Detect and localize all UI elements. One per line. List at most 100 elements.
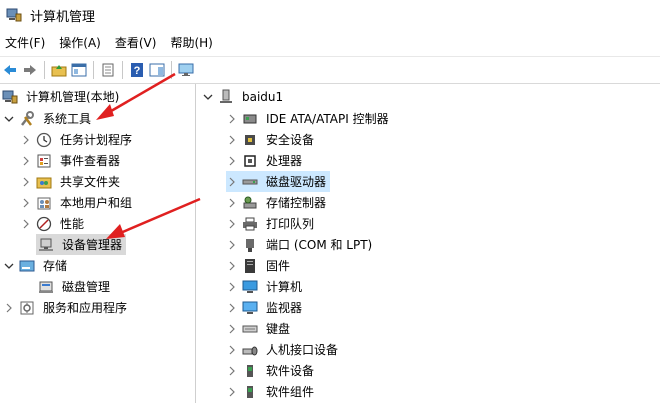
chevron-right-icon[interactable] (226, 365, 238, 377)
monitor-button[interactable] (176, 60, 196, 80)
show-hide-tree-button[interactable] (69, 60, 89, 80)
chevron-right-icon[interactable] (3, 302, 15, 314)
chevron-right-icon[interactable] (226, 302, 238, 314)
tree-item-system-tools[interactable]: 系统工具 (3, 108, 93, 129)
computer-management-icon (2, 90, 18, 103)
tree-item-performance[interactable]: 性能 (20, 213, 86, 234)
tree-label: 事件查看器 (60, 153, 121, 168)
up-folder-button[interactable] (49, 60, 69, 80)
tree-item-event-viewer[interactable]: 事件查看器 (20, 150, 122, 171)
ide-controller-icon (243, 114, 257, 123)
device-category[interactable]: 存储控制器 (226, 192, 328, 213)
device-category[interactable]: 软件设备 (226, 360, 316, 381)
shared-folder-icon (36, 177, 52, 188)
services-icon (20, 301, 34, 314)
computer-name: baidu1 (242, 89, 284, 104)
tree-item-shared-folders[interactable]: 共享文件夹 (20, 171, 122, 192)
tools-icon (21, 110, 34, 126)
device-category[interactable]: 固件 (226, 255, 292, 276)
computer-icon (220, 89, 232, 103)
tree-item-root[interactable]: 计算机管理(本地) (2, 86, 121, 107)
hid-icon (242, 346, 258, 355)
menu-file[interactable]: 文件(F) (0, 32, 53, 54)
window-title: 计算机管理 (30, 9, 96, 25)
device-category[interactable]: 键盘 (226, 318, 292, 339)
tree-item-services-apps[interactable]: 服务和应用程序 (3, 297, 129, 318)
properties-button[interactable] (98, 60, 118, 80)
device-category-selected[interactable]: 磁盘驱动器 (226, 171, 331, 192)
chevron-right-icon[interactable] (226, 113, 238, 125)
disk-management-icon (39, 281, 53, 293)
tree-item-local-users[interactable]: 本地用户和组 (20, 192, 134, 213)
tree-item-storage[interactable]: 存储 (3, 255, 69, 276)
chevron-right-icon[interactable] (20, 176, 32, 188)
back-button[interactable] (0, 60, 20, 80)
chevron-right-icon[interactable] (226, 155, 238, 167)
device-category-label: 打印队列 (266, 216, 315, 231)
help-button[interactable]: ? (127, 60, 147, 80)
chevron-right-icon[interactable] (226, 323, 238, 335)
chevron-right-icon[interactable] (20, 218, 32, 230)
device-category-label: 处理器 (266, 153, 303, 168)
back-arrow-icon (4, 65, 16, 75)
device-category-label: 软件组件 (266, 384, 315, 399)
menu-action[interactable]: 操作(A) (53, 32, 109, 54)
title-bar: 计算机管理 (0, 0, 660, 30)
chevron-right-icon[interactable] (226, 176, 238, 188)
device-category-label: 监视器 (266, 300, 303, 315)
device-root[interactable]: baidu1 (202, 86, 285, 107)
forward-button[interactable] (20, 60, 40, 80)
device-category[interactable]: 端口 (COM 和 LPT) (226, 234, 374, 255)
chevron-right-icon[interactable] (226, 281, 238, 293)
tree-item-task-scheduler[interactable]: 任务计划程序 (20, 129, 134, 150)
menu-view[interactable]: 查看(V) (109, 32, 165, 54)
chevron-right-icon[interactable] (20, 134, 32, 146)
device-manager-icon (39, 238, 53, 251)
tree-item-disk-management[interactable]: 磁盘管理 (36, 276, 112, 297)
chevron-right-icon[interactable] (226, 239, 238, 251)
port-icon (246, 238, 254, 252)
tree-label: 存储 (43, 258, 68, 273)
device-category[interactable]: 处理器 (226, 150, 304, 171)
menu-help[interactable]: 帮助(H) (164, 32, 220, 54)
tree-item-device-manager[interactable]: 设备管理器 (36, 234, 127, 255)
device-category[interactable]: IDE ATA/ATAPI 控制器 (226, 108, 391, 129)
device-category-label: 安全设备 (266, 132, 315, 147)
users-icon (37, 197, 51, 209)
toolbar-separator (122, 61, 123, 79)
computer-monitor-icon (242, 280, 258, 293)
chevron-right-icon[interactable] (226, 197, 238, 209)
chevron-right-icon[interactable] (226, 344, 238, 356)
device-category[interactable]: 人机接口设备 (226, 339, 340, 360)
tree-label: 性能 (60, 216, 85, 231)
forward-arrow-icon (24, 65, 36, 75)
software-device-icon (247, 364, 253, 377)
device-category-label: 固件 (266, 258, 291, 273)
device-category[interactable]: 打印队列 (226, 213, 316, 234)
action-pane-icon (149, 63, 165, 77)
device-category[interactable]: 监视器 (226, 297, 304, 318)
disk-drive-icon (242, 179, 258, 184)
chevron-right-icon[interactable] (226, 218, 238, 230)
chevron-right-icon[interactable] (226, 386, 238, 398)
device-category[interactable]: 软件组件 (226, 381, 316, 402)
menu-bar: 文件(F) 操作(A) 查看(V) 帮助(H) (0, 32, 660, 54)
chevron-down-icon[interactable] (3, 260, 15, 272)
action-pane-button[interactable] (147, 60, 167, 80)
tree-label: 计算机管理(本地) (26, 89, 120, 104)
chevron-right-icon[interactable] (20, 155, 32, 167)
processor-icon (244, 154, 256, 167)
chevron-right-icon[interactable] (226, 260, 238, 272)
show-hide-tree-icon (71, 63, 87, 77)
chevron-right-icon[interactable] (20, 197, 32, 209)
chevron-right-icon[interactable] (226, 134, 238, 146)
storage-controller-icon (243, 196, 257, 208)
tree-label: 本地用户和组 (60, 195, 133, 210)
chevron-down-icon[interactable] (202, 91, 214, 103)
up-folder-icon (51, 65, 67, 77)
device-category[interactable]: 计算机 (226, 276, 304, 297)
device-category-label: IDE ATA/ATAPI 控制器 (266, 111, 389, 126)
chevron-down-icon[interactable] (3, 113, 15, 125)
computer-management-icon (6, 8, 22, 22)
device-category[interactable]: 安全设备 (226, 129, 316, 150)
